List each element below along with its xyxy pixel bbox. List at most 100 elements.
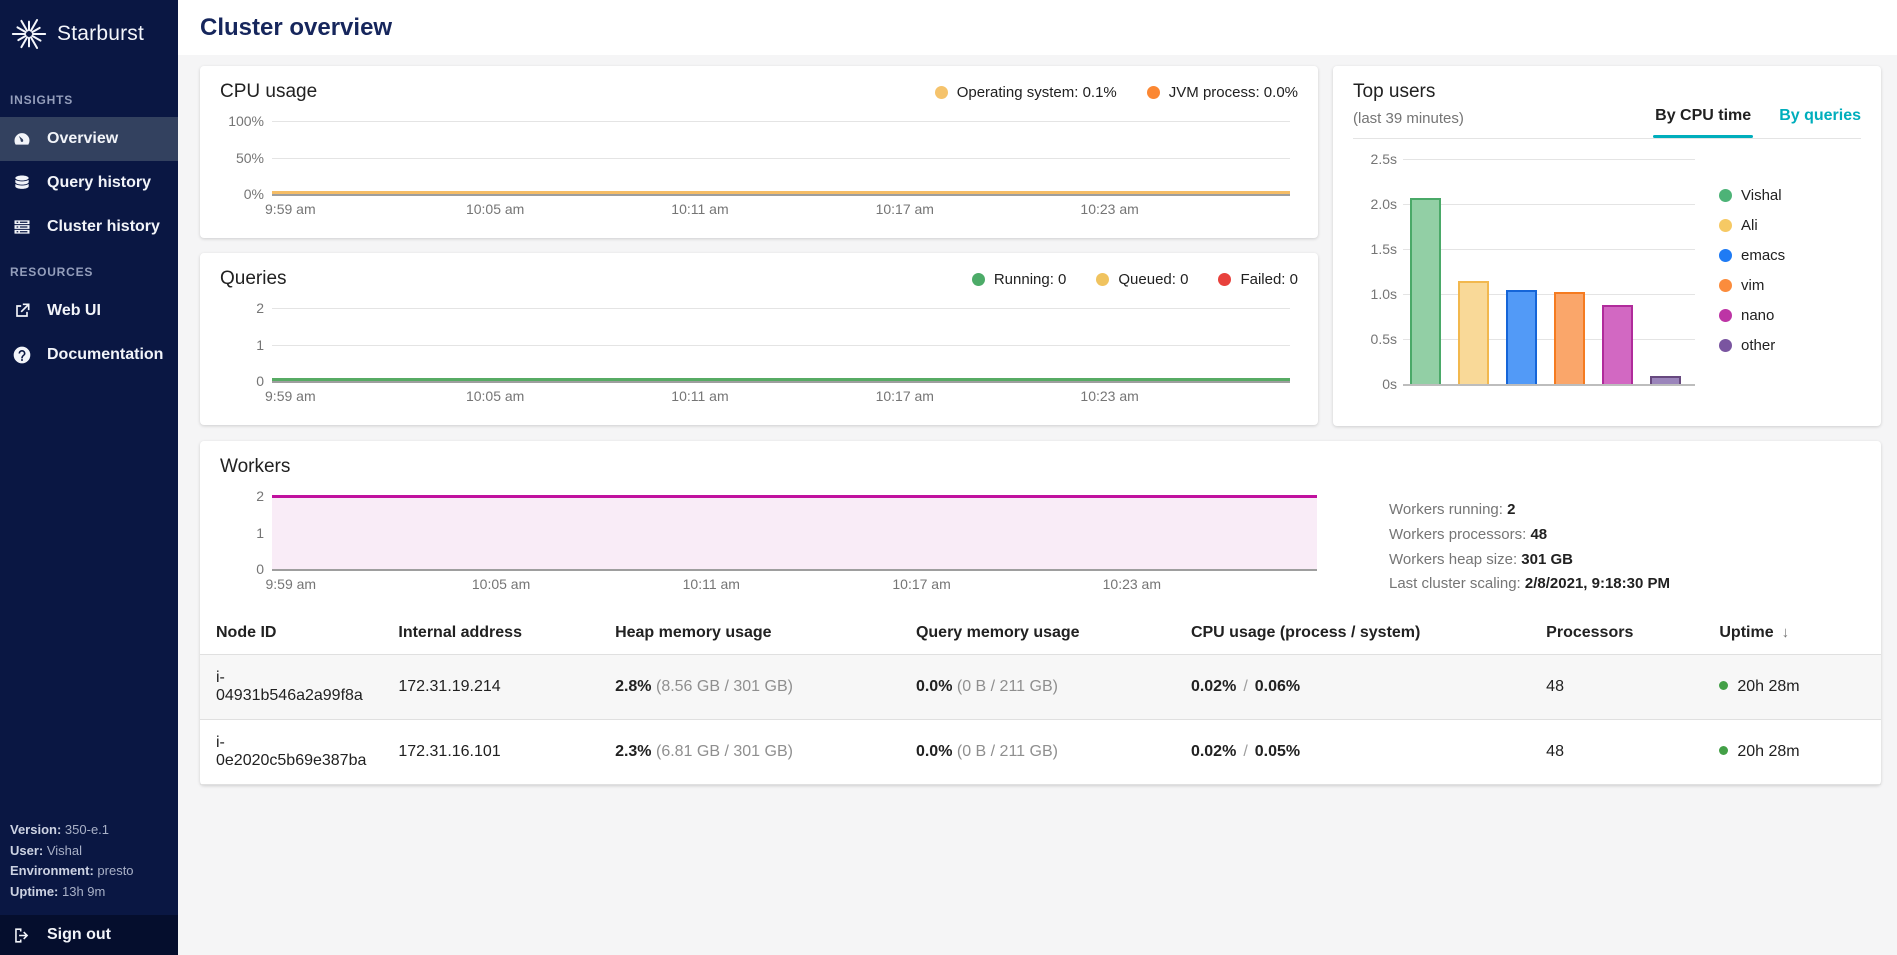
footer-label: Version: bbox=[10, 822, 65, 837]
x-axis-label: 10:11 am bbox=[671, 201, 728, 217]
legend-label: JVM process: 0.0% bbox=[1169, 84, 1298, 101]
x-axis-label: 9:59 am bbox=[265, 201, 316, 217]
workers-card: Workers 9:59 am10:05 am10:11 am10:17 am1… bbox=[200, 441, 1881, 785]
y-axis-label: 100% bbox=[220, 113, 264, 129]
top-users-card: Top users (last 39 minutes) By CPU timeB… bbox=[1333, 66, 1881, 426]
nav-section-title: RESOURCES bbox=[0, 249, 178, 289]
cell-internal-address: 172.31.16.101 bbox=[382, 720, 599, 785]
x-axis-label: 10:17 am bbox=[876, 201, 934, 217]
chart-gridline bbox=[272, 308, 1290, 309]
footer-label: Uptime: bbox=[10, 884, 62, 899]
stat-value: 2/8/2021, 9:18:30 PM bbox=[1525, 575, 1670, 592]
y-axis-label: 50% bbox=[220, 150, 264, 166]
legend-item: Running: 0 bbox=[972, 271, 1067, 288]
legend-dot-icon bbox=[1147, 86, 1160, 99]
sidebar-nav: INSIGHTSOverview Query history Cluster his… bbox=[0, 77, 178, 377]
tab-by-queries[interactable]: By queries bbox=[1779, 107, 1861, 138]
cell-node-id: i-0e2020c5b69e387ba bbox=[200, 720, 382, 785]
x-axis-label: 10:11 am bbox=[671, 388, 728, 404]
main-area: Cluster overview CPU usage Operating sys… bbox=[178, 0, 1897, 955]
bar-vim bbox=[1554, 292, 1585, 384]
sign-out-button[interactable]: Sign out bbox=[0, 915, 178, 955]
cpu-usage-chart: 9:59 am10:05 am10:11 am10:17 am10:23 am1… bbox=[220, 115, 1298, 225]
page-header: Cluster overview bbox=[178, 0, 1897, 55]
nav-section-title: INSIGHTS bbox=[0, 77, 178, 117]
cell-uptime: 20h 28m bbox=[1703, 655, 1881, 720]
heap-detail: (6.81 GB / 301 GB) bbox=[656, 743, 793, 760]
column-header-query-memory-usage[interactable]: Query memory usage bbox=[900, 612, 1175, 655]
x-axis-label: 10:05 am bbox=[466, 201, 524, 217]
database-icon bbox=[12, 173, 32, 193]
brand-name: Starburst bbox=[57, 22, 144, 46]
cpu-process-pct: 0.02% bbox=[1191, 678, 1236, 695]
legend-item: Failed: 0 bbox=[1218, 271, 1298, 288]
chart-gridline bbox=[1403, 384, 1695, 386]
sign-out-icon bbox=[12, 926, 31, 945]
cell-cpu-usage: 0.02%/0.05% bbox=[1175, 720, 1530, 785]
chart-series-line-workers bbox=[272, 495, 1317, 498]
cell-heap-memory: 2.8% (8.56 GB / 301 GB) bbox=[599, 655, 900, 720]
chart-gridline bbox=[272, 345, 1290, 346]
queries-chart: 9:59 am10:05 am10:11 am10:17 am10:23 am2… bbox=[220, 302, 1298, 412]
column-header-label: Internal address bbox=[398, 624, 522, 641]
y-axis-label: 1 bbox=[220, 525, 264, 541]
version-info-line: Version: 350-e.1 bbox=[10, 820, 168, 841]
column-header-label: Heap memory usage bbox=[615, 624, 772, 641]
sidebar-item-cluster-history[interactable]: Cluster history bbox=[0, 205, 178, 249]
column-header-heap-memory-usage[interactable]: Heap memory usage bbox=[599, 612, 900, 655]
sidebar-item-documentation[interactable]: Documentation bbox=[0, 333, 178, 377]
heap-pct: 2.8% bbox=[615, 678, 651, 695]
sidebar-item-label: Query history bbox=[47, 174, 151, 192]
bar-ali bbox=[1458, 281, 1489, 385]
server-icon bbox=[12, 217, 32, 237]
column-header-internal-address[interactable]: Internal address bbox=[382, 612, 599, 655]
node-status-dot-icon bbox=[1719, 746, 1728, 755]
chart-series-line-operating-system bbox=[272, 191, 1290, 194]
y-axis-label: 0% bbox=[220, 186, 264, 202]
sidebar-item-query-history[interactable]: Query history bbox=[0, 161, 178, 205]
column-header-cpu-usage-process-system-[interactable]: CPU usage (process / system) bbox=[1175, 612, 1530, 655]
x-axis-label: 10:17 am bbox=[876, 388, 934, 404]
cpu-process-pct: 0.02% bbox=[1191, 743, 1236, 760]
legend-item: vim bbox=[1719, 277, 1785, 294]
y-axis-label: 2.5s bbox=[1353, 151, 1397, 167]
table-row: i-0e2020c5b69e387ba172.31.16.1012.3% (6.… bbox=[200, 720, 1881, 785]
sidebar-item-label: Documentation bbox=[47, 346, 163, 364]
workers-table-body: i-04931b546a2a99f8a172.31.19.2142.8% (8.… bbox=[200, 655, 1881, 785]
chart-gridline bbox=[1403, 249, 1695, 250]
sidebar-item-label: Web UI bbox=[47, 302, 101, 320]
x-axis-label: 10:17 am bbox=[892, 576, 950, 592]
cpu-system-pct: 0.05% bbox=[1255, 743, 1300, 760]
bar-vishal bbox=[1410, 198, 1441, 384]
column-header-uptime[interactable]: Uptime↓ bbox=[1703, 612, 1881, 655]
node-status-dot-icon bbox=[1719, 681, 1728, 690]
sidebar-item-web-ui[interactable]: Web UI bbox=[0, 289, 178, 333]
chart-gridline bbox=[1403, 339, 1695, 340]
sign-out-label: Sign out bbox=[47, 926, 111, 944]
column-header-node-id[interactable]: Node ID bbox=[200, 612, 382, 655]
bar-emacs bbox=[1506, 290, 1537, 385]
cell-uptime: 20h 28m bbox=[1703, 720, 1881, 785]
top-users-title: Top users bbox=[1353, 81, 1464, 103]
cpu-legend: Operating system: 0.1%JVM process: 0.0% bbox=[935, 84, 1298, 101]
legend-item: Queued: 0 bbox=[1096, 271, 1188, 288]
worker-stat-line: Workers heap size: 301 GB bbox=[1389, 548, 1670, 573]
bar-other bbox=[1650, 376, 1681, 384]
slash-separator: / bbox=[1236, 678, 1254, 695]
stat-value: 2 bbox=[1507, 501, 1515, 518]
legend-label: vim bbox=[1741, 277, 1764, 294]
workers-table: Node ID Internal address Heap memory usage… bbox=[200, 612, 1881, 785]
cell-query-memory: 0.0% (0 B / 211 GB) bbox=[900, 720, 1175, 785]
footer-label: User: bbox=[10, 843, 47, 858]
y-axis-label: 0s bbox=[1353, 376, 1397, 392]
column-header-processors[interactable]: Processors bbox=[1530, 612, 1703, 655]
cell-processors: 48 bbox=[1530, 720, 1703, 785]
uptime-value: 20h 28m bbox=[1737, 743, 1799, 760]
query-detail: (0 B / 211 GB) bbox=[957, 743, 1058, 760]
legend-label: emacs bbox=[1741, 247, 1785, 264]
table-row: i-04931b546a2a99f8a172.31.19.2142.8% (8.… bbox=[200, 655, 1881, 720]
tab-by-cpu-time[interactable]: By CPU time bbox=[1655, 107, 1751, 138]
sidebar-item-overview[interactable]: Overview bbox=[0, 117, 178, 161]
legend-dot-icon bbox=[1719, 219, 1732, 232]
y-axis-label: 2 bbox=[220, 488, 264, 504]
